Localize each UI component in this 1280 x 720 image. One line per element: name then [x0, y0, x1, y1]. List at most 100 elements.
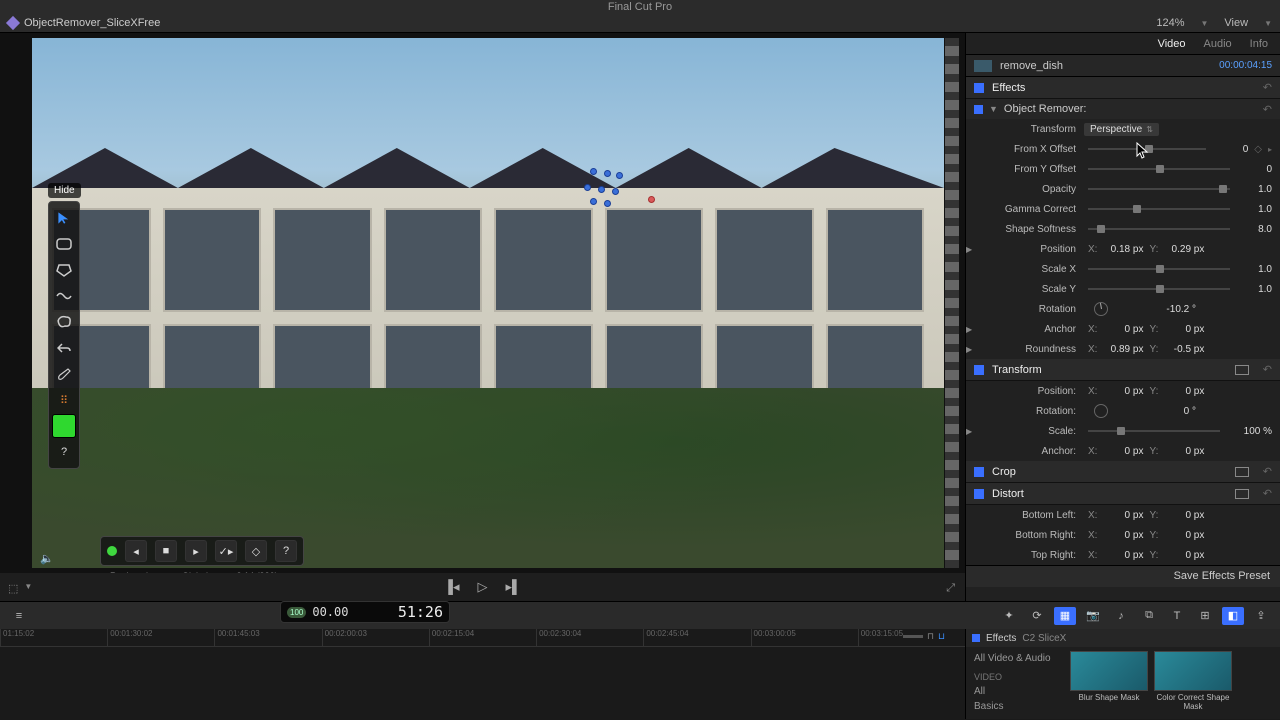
slider-from-x[interactable] [1088, 148, 1206, 150]
fx-cat-all-va[interactable]: All Video & Audio [970, 651, 1062, 666]
color-swatch[interactable] [52, 414, 76, 438]
fx-cat-basics[interactable]: Basics [970, 699, 1062, 714]
distort-section-header[interactable]: Distort ↶ [966, 483, 1280, 505]
slider-softness[interactable] [1088, 228, 1230, 230]
timecode-display[interactable]: 100 00.00 51:26 [280, 601, 450, 623]
polygon-tool[interactable] [52, 258, 76, 282]
timeline-ruler[interactable]: 01:15:02 00:01:30:02 00:01:45:03 00:02:0… [0, 629, 965, 647]
transform-reset-icon[interactable]: ↶ [1263, 363, 1272, 376]
tab-video[interactable]: Video [1158, 38, 1186, 50]
effect-reset-icon[interactable]: ↶ [1263, 103, 1272, 116]
transitions-icon[interactable]: ⧉ [1138, 607, 1160, 625]
disclosure-icon[interactable]: ▼ [989, 104, 998, 114]
tracker-anchor[interactable] [648, 196, 655, 203]
disclosure-icon[interactable]: ▶ [966, 345, 976, 354]
slider-from-y[interactable] [1088, 168, 1230, 170]
stop-button[interactable]: ■ [155, 540, 177, 562]
speaker-icon[interactable]: 🔈 [40, 552, 54, 565]
slider-scale-y[interactable] [1088, 288, 1230, 290]
transform-toggle-icon[interactable] [974, 365, 984, 375]
spray-tool[interactable]: ⠿ [52, 388, 76, 412]
titles-icon[interactable]: T [1166, 607, 1188, 625]
tab-info[interactable]: Info [1250, 38, 1268, 50]
distort-osd-icon[interactable] [1235, 489, 1249, 499]
effects-browser-icon[interactable]: ▦ [1054, 607, 1076, 625]
tracker-point[interactable] [598, 186, 605, 193]
tracker-point[interactable] [604, 200, 611, 207]
tracker-point[interactable] [590, 168, 597, 175]
blob-tool[interactable] [52, 310, 76, 334]
step-back-button[interactable]: ◂ [125, 540, 147, 562]
rotation-dial[interactable] [1094, 404, 1108, 418]
effect-row-object-remover[interactable]: ▼ Object Remover: ↶ [966, 99, 1280, 119]
themes-icon[interactable]: ◧ [1222, 607, 1244, 625]
bezier-tool[interactable] [52, 284, 76, 308]
fx-cat-all[interactable]: All [970, 684, 1062, 699]
effect-enable-toggle[interactable] [974, 105, 983, 114]
tracker-point[interactable] [584, 184, 591, 191]
tracker-point[interactable] [616, 172, 623, 179]
distort-reset-icon[interactable]: ↶ [1263, 487, 1272, 500]
disclosure-icon[interactable]: ▶ [966, 427, 976, 436]
crop-toggle-icon[interactable] [974, 467, 984, 477]
transform-osd-chevron-icon[interactable]: ▼ [24, 582, 32, 595]
effects-section-header[interactable]: Effects ↶ [966, 77, 1280, 99]
rotation-dial[interactable] [1094, 302, 1108, 316]
wand-icon[interactable]: ✦ [998, 607, 1020, 625]
transform-section-header[interactable]: Transform ↶ [966, 359, 1280, 381]
retime-icon[interactable]: ⟳ [1026, 607, 1048, 625]
fullscreen-icon[interactable]: ⤢ [946, 582, 955, 595]
tab-audio[interactable]: Audio [1204, 38, 1232, 50]
track-button[interactable]: ✓▸ [215, 540, 237, 562]
music-icon[interactable]: ♪ [1110, 607, 1132, 625]
viewer-canvas[interactable] [32, 38, 944, 568]
slider-gamma[interactable] [1088, 208, 1230, 210]
prev-edit-button[interactable]: ▐◂ [444, 579, 460, 595]
save-effects-preset-button[interactable]: Save Effects Preset [966, 565, 1280, 587]
tracker-point[interactable] [590, 198, 597, 205]
disclosure-icon[interactable]: ▶ [966, 325, 976, 334]
next-edit-button[interactable]: ▸▌ [506, 579, 522, 595]
keyframe-icon[interactable]: ◇ [1254, 144, 1262, 155]
help-tool[interactable]: ? [52, 440, 76, 464]
slider-scale[interactable] [1088, 430, 1220, 432]
slider-scale-x[interactable] [1088, 268, 1230, 270]
tracker-point[interactable] [604, 170, 611, 177]
view-chevron-icon[interactable]: ▼ [1264, 19, 1272, 28]
distort-toggle-icon[interactable] [974, 489, 984, 499]
transform-osd-icon[interactable]: ⬚ [8, 582, 18, 595]
fx-thumb-color-correct[interactable]: Color Correct Shape Mask [1154, 651, 1232, 714]
transform-osd-icon[interactable] [1235, 365, 1249, 375]
region-button[interactable]: ◇ [245, 540, 267, 562]
snapping-icon[interactable]: ⊔ [938, 631, 945, 642]
disclosure-icon[interactable]: ▶ [966, 245, 976, 254]
skimming-icon[interactable]: ⊓ [927, 631, 934, 642]
effects-toggle-icon[interactable] [974, 83, 984, 93]
tracker-point[interactable] [612, 188, 619, 195]
clip-appearance-slider[interactable] [903, 635, 923, 638]
fx-toggle-icon[interactable] [972, 634, 980, 642]
hide-button[interactable]: Hide [48, 183, 81, 198]
play-button[interactable]: ▸ [185, 540, 207, 562]
select-tool[interactable] [52, 206, 76, 230]
effects-reset-icon[interactable]: ↶ [1263, 81, 1272, 94]
brush-tool[interactable] [52, 362, 76, 386]
crop-reset-icon[interactable]: ↶ [1263, 465, 1272, 478]
transform-mode-dropdown[interactable]: Perspective⇅ [1084, 123, 1159, 136]
crop-osd-icon[interactable] [1235, 467, 1249, 477]
undo-tool[interactable] [52, 336, 76, 360]
generators-icon[interactable]: ⊞ [1194, 607, 1216, 625]
index-icon[interactable]: ≡ [8, 607, 30, 625]
slider-opacity[interactable] [1088, 188, 1230, 190]
crop-section-header[interactable]: Crop ↶ [966, 461, 1280, 483]
zoom-level[interactable]: 124% [1156, 17, 1184, 29]
zoom-chevron-icon[interactable]: ▼ [1201, 19, 1209, 28]
photos-icon[interactable]: 📷 [1082, 607, 1104, 625]
filmstrip-scrollbar[interactable] [945, 38, 959, 568]
rectangle-tool[interactable] [52, 232, 76, 256]
play-pause-button[interactable]: ▷ [478, 579, 488, 595]
transport-help-button[interactable]: ? [275, 540, 297, 562]
fx-thumb-blur-shape[interactable]: Blur Shape Mask [1070, 651, 1148, 714]
keyframe-nav-icon[interactable]: ▸ [1268, 145, 1272, 154]
share-icon[interactable]: ⇪ [1250, 607, 1272, 625]
